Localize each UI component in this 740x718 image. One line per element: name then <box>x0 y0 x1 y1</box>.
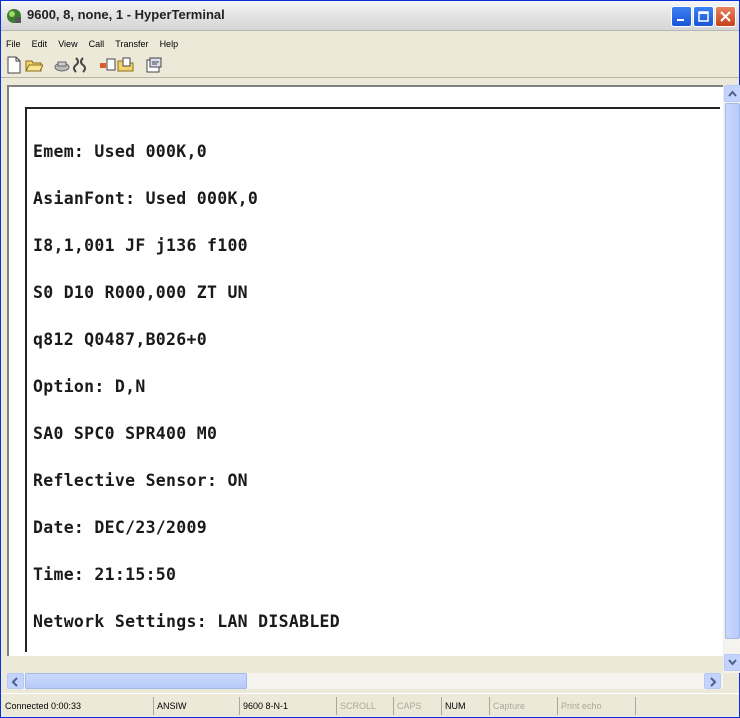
terminal-output[interactable]: Emem: Used 000K,0 AsianFont: Used 000K,0… <box>25 107 720 652</box>
terminal-line: SA0 SPC0 SPR400 M0 <box>33 424 218 443</box>
status-empty-cell <box>635 697 731 715</box>
status-scroll: SCROLL <box>336 697 379 715</box>
terminal-line: Option: D,N <box>33 377 146 396</box>
status-bar: Connected 0:00:33 ANSIW 9600 8-N-1 SCROL… <box>1 693 739 717</box>
call-icon[interactable] <box>53 56 71 74</box>
terminal-line: Date: DEC/23/2009 <box>33 518 207 537</box>
terminal-line: S0 D10 R000,000 ZT UN <box>33 283 248 302</box>
terminal-line: q812 Q0487,B026+0 <box>33 330 207 349</box>
scroll-down-arrow-icon[interactable] <box>724 654 740 671</box>
hyperterminal-app-icon[interactable] <box>5 7 23 25</box>
status-port-settings: 9600 8-N-1 <box>239 697 291 715</box>
close-button[interactable] <box>715 6 736 27</box>
vertical-scroll-thumb[interactable] <box>725 103 740 639</box>
status-capture: Capture <box>489 697 528 715</box>
new-connection-icon[interactable] <box>5 56 23 74</box>
horizontal-scroll-thumb[interactable] <box>25 673 247 689</box>
title-bar[interactable]: 9600, 8, none, 1 - HyperTerminal <box>1 1 739 31</box>
status-connected: Connected 0:00:33 <box>5 701 82 711</box>
terminal-line: Reflective Sensor: ON <box>33 471 248 490</box>
scroll-up-arrow-icon[interactable] <box>724 85 740 102</box>
status-num: NUM <box>441 697 469 715</box>
minimize-button[interactable] <box>671 6 692 27</box>
open-icon[interactable] <box>25 56 44 74</box>
status-caps: CAPS <box>393 697 425 715</box>
hyperterminal-window: 9600, 8, none, 1 - HyperTerminal File Ed… <box>0 0 740 718</box>
terminal-line: Time: 21:15:50 <box>33 565 177 584</box>
send-icon[interactable] <box>99 56 117 74</box>
window-title: 9600, 8, none, 1 - HyperTerminal <box>27 7 225 22</box>
terminal-line: Emem: Used 000K,0 <box>33 142 207 161</box>
maximize-button[interactable] <box>693 6 714 27</box>
scroll-right-arrow-icon[interactable] <box>704 673 721 689</box>
terminal-line: Network Settings: LAN DISABLED <box>33 612 341 631</box>
status-print-echo: Print echo <box>557 697 605 715</box>
toolbar <box>1 52 739 78</box>
receive-icon[interactable] <box>117 56 135 74</box>
horizontal-scrollbar[interactable] <box>7 673 723 689</box>
terminal-line: I8,1,001 JF j136 f100 <box>33 236 248 255</box>
terminal-frame: Emem: Used 000K,0 AsianFont: Used 000K,0… <box>7 85 723 656</box>
terminal-line: AsianFont: Used 000K,0 <box>33 189 259 208</box>
disconnect-icon[interactable] <box>71 56 89 74</box>
status-emulation: ANSIW <box>153 697 190 715</box>
vertical-scrollbar[interactable] <box>723 85 740 673</box>
menu-bar: File Edit View Call Transfer Help <box>1 32 739 52</box>
scroll-left-arrow-icon[interactable] <box>7 673 24 689</box>
properties-icon[interactable] <box>145 56 163 74</box>
